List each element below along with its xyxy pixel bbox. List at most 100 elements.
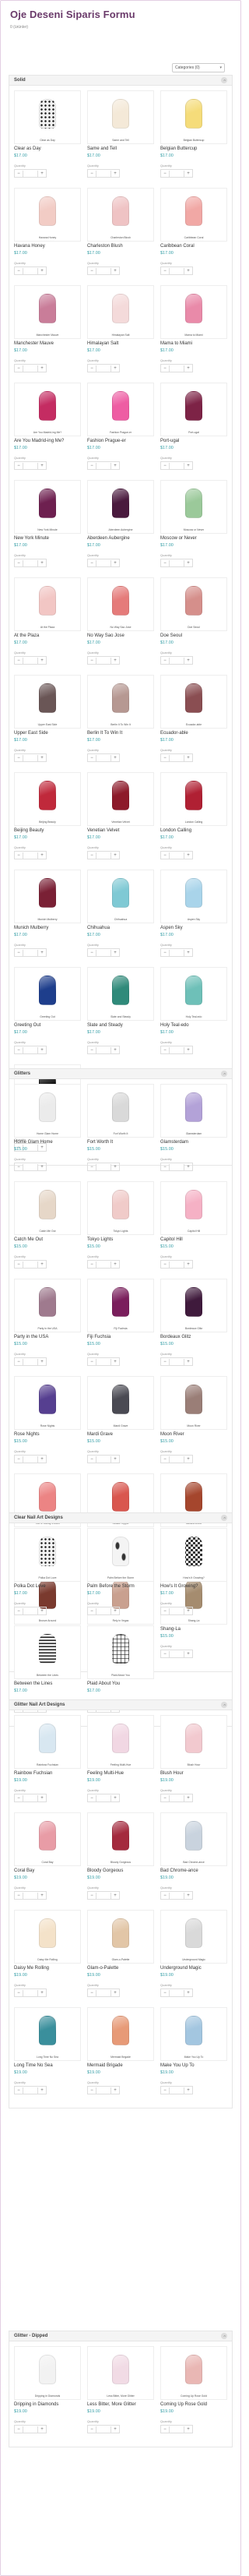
decrement-button[interactable]: − — [88, 658, 96, 663]
product-image[interactable]: Coral Bay — [14, 1812, 81, 1866]
product-image[interactable]: Fiji Fuchsia — [87, 1279, 154, 1332]
increment-button[interactable]: + — [38, 2427, 46, 2432]
decrement-button[interactable]: − — [161, 1991, 169, 1996]
decrement-button[interactable]: − — [161, 1165, 169, 1170]
decrement-button[interactable]: − — [15, 2427, 23, 2432]
quantity-stepper[interactable]: −+ — [160, 169, 193, 178]
quantity-input[interactable] — [23, 365, 38, 372]
quantity-stepper[interactable]: −+ — [14, 1988, 47, 1997]
product-image[interactable]: New York Minute — [14, 480, 81, 534]
product-image[interactable]: Feeling Multi-Hue — [87, 1715, 154, 1769]
quantity-input[interactable] — [96, 170, 111, 177]
product-image[interactable]: Munich Mulberry — [14, 870, 81, 923]
product-image[interactable]: Daisy Me Rolling — [14, 1910, 81, 1964]
product-image[interactable]: Capitol Hill — [160, 1181, 227, 1235]
increment-button[interactable]: + — [184, 951, 192, 955]
product-image[interactable]: Plaid About You — [87, 1625, 154, 1679]
quantity-stepper[interactable]: −+ — [160, 1260, 193, 1269]
increment-button[interactable]: + — [111, 171, 119, 176]
decrement-button[interactable]: − — [88, 1796, 96, 1801]
collapse-toggle-icon[interactable]: ‹ — [221, 1071, 227, 1077]
quantity-input[interactable] — [96, 1607, 111, 1614]
decrement-button[interactable]: − — [88, 561, 96, 566]
quantity-input[interactable] — [23, 1989, 38, 1996]
decrement-button[interactable]: − — [15, 951, 23, 955]
quantity-stepper[interactable]: −+ — [160, 1988, 193, 1997]
quantity-input[interactable] — [23, 1163, 38, 1170]
quantity-stepper[interactable]: −+ — [14, 851, 47, 859]
quantity-input[interactable] — [169, 2426, 184, 2433]
increment-button[interactable]: + — [184, 2088, 192, 2093]
quantity-input[interactable] — [23, 559, 38, 566]
quantity-stepper[interactable]: −+ — [160, 1891, 193, 1900]
increment-button[interactable]: + — [38, 951, 46, 955]
increment-button[interactable]: + — [111, 366, 119, 371]
decrement-button[interactable]: − — [15, 1609, 23, 1614]
quantity-stepper[interactable]: −+ — [87, 2425, 120, 2433]
decrement-button[interactable]: − — [161, 756, 169, 760]
quantity-input[interactable] — [23, 267, 38, 274]
increment-button[interactable]: + — [184, 1048, 192, 1053]
product-image[interactable]: Upper East Side — [14, 675, 81, 729]
product-image[interactable]: Slate and Steady — [87, 967, 154, 1021]
quantity-stepper[interactable]: −+ — [87, 1988, 120, 1997]
decrement-button[interactable]: − — [88, 951, 96, 955]
increment-button[interactable]: + — [38, 853, 46, 858]
quantity-stepper[interactable]: −+ — [160, 1357, 193, 1366]
decrement-button[interactable]: − — [15, 1048, 23, 1053]
decrement-button[interactable]: − — [161, 1796, 169, 1801]
product-image[interactable]: Bad Chrome-ance — [160, 1812, 227, 1866]
product-image[interactable]: Party in the USA — [14, 1279, 81, 1332]
collapse-toggle-icon[interactable]: ‹ — [221, 77, 227, 83]
quantity-stepper[interactable]: −+ — [160, 2425, 193, 2433]
decrement-button[interactable]: − — [15, 1262, 23, 1267]
quantity-input[interactable] — [23, 1261, 38, 1268]
product-image[interactable]: Rose Nights — [14, 1376, 81, 1430]
product-image[interactable]: Berlin It To Win It — [87, 675, 154, 729]
quantity-input[interactable] — [169, 1892, 184, 1899]
quantity-stepper[interactable]: −+ — [14, 753, 47, 762]
increment-button[interactable]: + — [184, 658, 192, 663]
quantity-input[interactable] — [96, 1261, 111, 1268]
quantity-stepper[interactable]: −+ — [87, 948, 120, 957]
quantity-input[interactable] — [169, 657, 184, 664]
quantity-stepper[interactable]: −+ — [87, 1046, 120, 1054]
product-image[interactable]: Blush Hour — [160, 1715, 227, 1769]
decrement-button[interactable]: − — [15, 561, 23, 566]
increment-button[interactable]: + — [38, 1796, 46, 1801]
quantity-input[interactable] — [96, 462, 111, 469]
quantity-input[interactable] — [23, 1607, 38, 1614]
product-image[interactable]: Chihuahua — [87, 870, 154, 923]
increment-button[interactable]: + — [111, 561, 119, 566]
quantity-input[interactable] — [96, 267, 111, 274]
quantity-input[interactable] — [169, 852, 184, 859]
product-image[interactable]: Tokyo Lights — [87, 1181, 154, 1235]
decrement-button[interactable]: − — [161, 561, 169, 566]
section-header[interactable]: Glitter - Dipped ‹ — [9, 2331, 232, 2341]
quantity-input[interactable] — [96, 754, 111, 761]
section-header[interactable]: Glitters ‹ — [9, 1069, 232, 1079]
quantity-stepper[interactable]: −+ — [14, 2425, 47, 2433]
quantity-input[interactable] — [23, 2087, 38, 2094]
product-image[interactable]: Venetian Velvet — [87, 772, 154, 826]
increment-button[interactable]: + — [111, 1609, 119, 1614]
quantity-stepper[interactable]: −+ — [14, 461, 47, 470]
increment-button[interactable]: + — [38, 561, 46, 566]
decrement-button[interactable]: − — [161, 1457, 169, 1462]
decrement-button[interactable]: − — [15, 1457, 23, 1462]
product-image[interactable]: Dripping in Diamonds — [14, 2346, 81, 2400]
quantity-input[interactable] — [169, 1989, 184, 1996]
quantity-input[interactable] — [169, 1358, 184, 1365]
quantity-input[interactable] — [169, 1794, 184, 1801]
quantity-input[interactable] — [169, 754, 184, 761]
product-image[interactable]: Bloody Gorgeous — [87, 1812, 154, 1866]
quantity-input[interactable] — [96, 1456, 111, 1463]
product-image[interactable]: Havana Honey — [14, 188, 81, 242]
quantity-stepper[interactable]: −+ — [160, 1607, 193, 1615]
quantity-stepper[interactable]: −+ — [14, 1357, 47, 1366]
quantity-stepper[interactable]: −+ — [14, 364, 47, 372]
product-image[interactable]: Aspen Sky — [160, 870, 227, 923]
quantity-stepper[interactable]: −+ — [14, 1163, 47, 1171]
product-image[interactable]: Holy Teal-edo — [160, 967, 227, 1021]
product-image[interactable]: Polka Dot Love — [14, 1528, 81, 1582]
